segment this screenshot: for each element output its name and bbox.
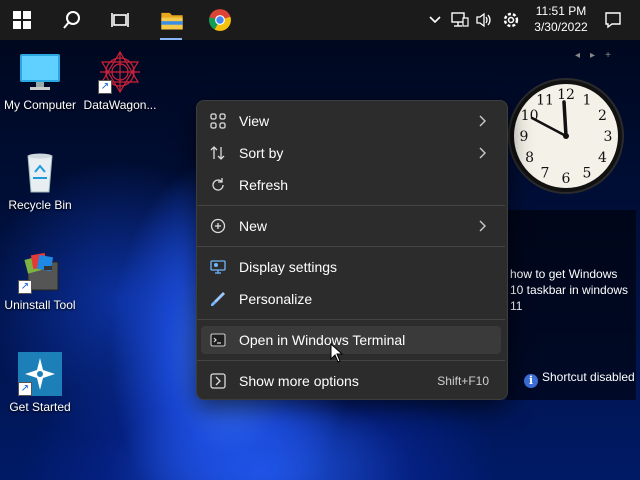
menu-item-label: New xyxy=(239,218,268,234)
recycle-bin-icon xyxy=(18,150,62,194)
menu-item-sort-by[interactable]: Sort by xyxy=(201,139,501,167)
menu-item-personalize[interactable]: Personalize xyxy=(201,285,501,313)
desktop-icon-uninstall-tool[interactable]: ↗ Uninstall Tool xyxy=(0,250,80,312)
clock-numeral: 11 xyxy=(536,93,554,109)
shortcut-disabled-note: i Shortcut disabled xyxy=(524,370,635,388)
windows-logo-icon[interactable] xyxy=(2,0,42,40)
shortcut-arrow-icon: ↗ xyxy=(18,280,32,294)
clock-numeral: 1 xyxy=(583,93,592,109)
menu-item-show-more-options[interactable]: Show more options Shift+F10 xyxy=(201,367,501,395)
desktop-icon-label: Get Started xyxy=(9,400,71,414)
menu-item-shortcut: Shift+F10 xyxy=(437,374,489,388)
show-more-options-icon xyxy=(210,373,226,389)
clock-numeral: 3 xyxy=(604,129,613,145)
chevron-up-icon[interactable] xyxy=(426,0,444,40)
new-plus-icon xyxy=(210,218,226,234)
menu-item-open-in-terminal[interactable]: Open in Windows Terminal xyxy=(201,326,501,354)
gadget-next-button[interactable]: ▸ xyxy=(590,50,595,61)
news-headline: how to get Windows 10 taskbar in windows… xyxy=(510,267,629,313)
gadget-prev-button[interactable]: ◂ xyxy=(575,50,580,61)
menu-item-label: Display settings xyxy=(239,259,338,275)
monitor-icon xyxy=(18,50,62,94)
refresh-icon xyxy=(212,178,224,191)
file-explorer-icon[interactable] xyxy=(152,0,192,40)
search-icon[interactable] xyxy=(52,0,92,40)
datawagon-icon: ↗ xyxy=(98,50,142,94)
sort-icon xyxy=(210,146,225,160)
clock-numeral: 10 xyxy=(521,108,539,124)
uninstall-tool-icon: ↗ xyxy=(18,250,62,294)
clock-numeral: 2 xyxy=(598,108,607,124)
notification-icon[interactable] xyxy=(600,0,626,40)
desktop-icon-label: Recycle Bin xyxy=(8,198,72,212)
desktop-context-menu: View Sort by Refresh New Display setting… xyxy=(196,100,508,400)
menu-item-label: Personalize xyxy=(239,291,313,307)
chevron-right-icon xyxy=(479,115,486,127)
active-app-indicator xyxy=(160,38,182,40)
gadget-nav: ◂ ▸ + xyxy=(570,50,616,61)
gadget-add-button[interactable]: + xyxy=(605,50,611,61)
chevron-right-icon xyxy=(479,220,486,232)
chrome-icon[interactable] xyxy=(200,0,240,40)
desktop-icon-label: DataWagon... xyxy=(83,98,157,112)
menu-item-new[interactable]: New xyxy=(201,212,501,240)
clock-date: 3/30/2022 xyxy=(534,20,588,34)
desktop-icon-label: Uninstall Tool xyxy=(4,298,76,312)
shortcut-arrow-icon: ↗ xyxy=(18,382,32,396)
desktop-icon-my-computer[interactable]: My Computer xyxy=(0,50,80,112)
desktop-icon-label: My Computer xyxy=(3,98,77,112)
menu-item-refresh[interactable]: Refresh xyxy=(201,171,501,199)
display-settings-icon xyxy=(210,260,226,274)
clock-time: 11:51 PM xyxy=(535,4,587,18)
shortcut-disabled-text: Shortcut disabled xyxy=(542,370,635,384)
menu-item-label: Open in Windows Terminal xyxy=(239,332,406,348)
menu-item-label: View xyxy=(239,113,270,129)
menu-separator xyxy=(197,246,505,247)
news-gadget[interactable]: how to get Windows 10 taskbar in windows… xyxy=(506,210,636,400)
info-icon: i xyxy=(524,374,538,388)
volume-icon[interactable] xyxy=(474,0,494,40)
clock-numeral: 5 xyxy=(583,165,592,181)
clock-hour-hand xyxy=(562,100,568,138)
chevron-right-icon xyxy=(479,147,486,159)
view-grid-icon xyxy=(210,113,226,129)
menu-separator xyxy=(197,205,505,206)
desktop-icon-recycle-bin[interactable]: Recycle Bin xyxy=(0,150,80,212)
task-view-icon[interactable] xyxy=(100,0,140,40)
desktop-icon-datawagon[interactable]: ↗ DataWagon... xyxy=(80,50,160,112)
clock-numeral: 12 xyxy=(557,87,575,103)
personalize-brush-icon xyxy=(211,292,225,306)
menu-separator xyxy=(197,360,505,361)
clock-numeral: 8 xyxy=(525,150,534,166)
clock-numeral: 7 xyxy=(541,165,550,181)
menu-item-view[interactable]: View xyxy=(201,107,501,135)
clock-gadget[interactable]: 12 1 2 3 4 5 6 7 8 9 10 11 xyxy=(504,74,628,198)
desktop-icon-get-started[interactable]: ↗ Get Started xyxy=(0,352,80,414)
menu-item-display-settings[interactable]: Display settings xyxy=(201,253,501,281)
taskbar-clock[interactable]: 11:51 PM 3/30/2022 xyxy=(526,3,596,35)
clock-numeral: 4 xyxy=(598,150,607,166)
mouse-cursor-icon xyxy=(330,343,344,363)
settings-icon[interactable] xyxy=(500,0,522,40)
taskbar: 11:51 PM 3/30/2022 xyxy=(0,0,640,40)
terminal-icon xyxy=(210,333,226,347)
get-started-icon: ↗ xyxy=(18,352,62,396)
shortcut-arrow-icon: ↗ xyxy=(98,80,112,94)
network-icon[interactable] xyxy=(450,0,470,40)
clock-numeral: 9 xyxy=(520,129,529,145)
menu-separator xyxy=(197,319,505,320)
clock-numeral: 6 xyxy=(562,171,571,187)
menu-item-label: Refresh xyxy=(239,177,289,193)
menu-item-label: Show more options xyxy=(239,373,359,389)
menu-item-label: Sort by xyxy=(239,145,284,161)
